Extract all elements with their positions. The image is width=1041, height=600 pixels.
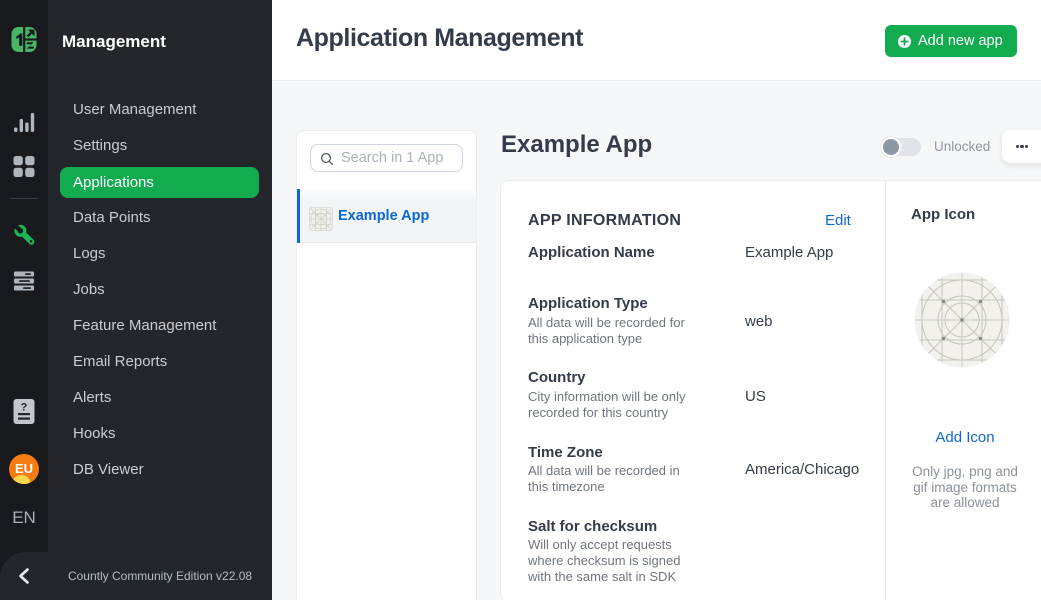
svg-text:?: ? — [21, 402, 28, 414]
